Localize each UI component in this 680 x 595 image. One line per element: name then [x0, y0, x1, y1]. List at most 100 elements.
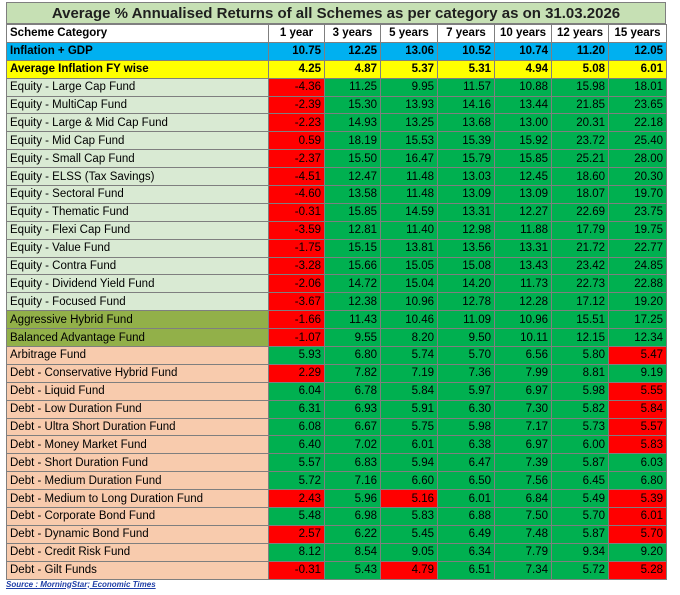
return-value: 5.55: [608, 381, 667, 401]
return-value: 5.72: [551, 560, 609, 580]
scheme-category: Equity - Value Fund: [6, 238, 269, 258]
return-value: 5.98: [437, 417, 495, 437]
return-value: 14.20: [437, 274, 495, 294]
scheme-category: Equity - Flexi Cap Fund: [6, 220, 269, 240]
return-value: 15.08: [437, 256, 495, 276]
row-value: 10.74: [494, 41, 552, 61]
return-value: -0.31: [268, 202, 325, 222]
return-value: -0.31: [268, 560, 325, 580]
scheme-category: Debt - Conservative Hybrid Fund: [6, 363, 269, 383]
row-value: 10.75: [268, 41, 325, 61]
inflation-gdp-row: Inflation + GDP 10.75 12.25 13.06 10.52 10.74…: [6, 41, 667, 61]
table-row: Debt - Liquid Fund 6.04 6.78 5.84 5.97 6.97 5.…: [6, 381, 667, 401]
return-value: 9.55: [324, 328, 381, 348]
return-value: 5.80: [551, 346, 609, 365]
return-value: 6.88: [437, 507, 495, 526]
row-value: 12.05: [608, 41, 667, 61]
return-value: -3.28: [268, 256, 325, 276]
return-value: -3.67: [268, 292, 325, 312]
return-value: 6.97: [494, 435, 552, 455]
return-value: 11.25: [324, 77, 381, 97]
return-value: 15.85: [494, 149, 552, 169]
return-value: 15.15: [324, 238, 381, 258]
return-value: 10.96: [380, 292, 438, 312]
scheme-category: Aggressive Hybrid Fund: [6, 310, 269, 330]
return-value: 5.47: [608, 346, 667, 365]
return-value: 7.48: [494, 524, 552, 544]
scheme-category: Debt - Liquid Fund: [6, 381, 269, 401]
return-value: 13.43: [494, 256, 552, 276]
scheme-category: Equity - ELSS (Tax Savings): [6, 167, 269, 187]
row-value: 5.08: [551, 59, 609, 79]
return-value: 15.04: [380, 274, 438, 294]
return-value: 6.47: [437, 453, 495, 473]
return-value: 5.43: [324, 560, 381, 580]
return-value: 13.81: [380, 238, 438, 258]
table-row: Equity - Small Cap Fund -2.37 15.50 16.47 15…: [6, 149, 667, 169]
scheme-category: Equity - Small Cap Fund: [6, 149, 269, 169]
row-value: 12.25: [324, 41, 381, 61]
return-value: 8.20: [380, 328, 438, 348]
return-value: 6.49: [437, 524, 495, 544]
return-value: 5.94: [380, 453, 438, 473]
header-period: 7 years: [437, 24, 495, 43]
scheme-category: Debt - Corporate Bond Fund: [6, 507, 269, 526]
return-value: 12.47: [324, 167, 381, 187]
return-value: 13.00: [494, 113, 552, 133]
return-value: -1.07: [268, 328, 325, 348]
return-value: 6.04: [268, 381, 325, 401]
return-value: 22.73: [551, 274, 609, 294]
table-row: Debt - Credit Risk Fund 8.12 8.54 9.05 6.34 7…: [6, 542, 667, 562]
return-value: 12.38: [324, 292, 381, 312]
return-value: 18.60: [551, 167, 609, 187]
return-value: 11.40: [380, 220, 438, 240]
return-value: 13.09: [437, 185, 495, 204]
return-value: 11.43: [324, 310, 381, 330]
header-period: 12 years: [551, 24, 609, 43]
return-value: 15.79: [437, 149, 495, 169]
return-value: 7.17: [494, 417, 552, 437]
return-value: 13.31: [494, 238, 552, 258]
row-value: 11.20: [551, 41, 609, 61]
table-row: Debt - Medium to Long Duration Fund 2.43 5…: [6, 489, 667, 509]
return-value: 23.72: [551, 131, 609, 151]
return-value: 20.31: [551, 113, 609, 133]
return-value: 14.93: [324, 113, 381, 133]
return-value: 15.98: [551, 77, 609, 97]
return-value: 6.38: [437, 435, 495, 455]
scheme-category: Equity - Mid Cap Fund: [6, 131, 269, 151]
return-value: 18.07: [551, 185, 609, 204]
return-value: 7.56: [494, 471, 552, 491]
return-value: 6.80: [324, 346, 381, 365]
return-value: 6.00: [551, 435, 609, 455]
return-value: 7.30: [494, 399, 552, 419]
return-value: 5.57: [608, 417, 667, 437]
return-value: 12.98: [437, 220, 495, 240]
return-value: 5.91: [380, 399, 438, 419]
return-value: 21.72: [551, 238, 609, 258]
table-row: Equity - Value Fund -1.75 15.15 13.81 13.56 1…: [6, 238, 667, 258]
table-row: Equity - MultiCap Fund -2.39 15.30 13.93 14.…: [6, 95, 667, 115]
scheme-category: Debt - Short Duration Fund: [6, 453, 269, 473]
return-value: 5.84: [608, 399, 667, 419]
return-value: 18.19: [324, 131, 381, 151]
row-value: 4.87: [324, 59, 381, 79]
return-value: 15.51: [551, 310, 609, 330]
header-scheme-category: Scheme Category: [6, 24, 269, 43]
return-value: 7.82: [324, 363, 381, 383]
return-value: 10.46: [380, 310, 438, 330]
return-value: 23.75: [608, 202, 667, 222]
return-value: 11.57: [437, 77, 495, 97]
return-value: 18.01: [608, 77, 667, 97]
header-period: 5 years: [380, 24, 438, 43]
return-value: 7.19: [380, 363, 438, 383]
return-value: -1.66: [268, 310, 325, 330]
return-value: 8.54: [324, 542, 381, 562]
return-value: 5.70: [437, 346, 495, 365]
return-value: 11.48: [380, 185, 438, 204]
scheme-category: Debt - Ultra Short Duration Fund: [6, 417, 269, 437]
table-row: Debt - Short Duration Fund 5.57 6.83 5.94 6.…: [6, 453, 667, 473]
return-value: 13.56: [437, 238, 495, 258]
row-value: 6.01: [608, 59, 667, 79]
return-value: 9.95: [380, 77, 438, 97]
